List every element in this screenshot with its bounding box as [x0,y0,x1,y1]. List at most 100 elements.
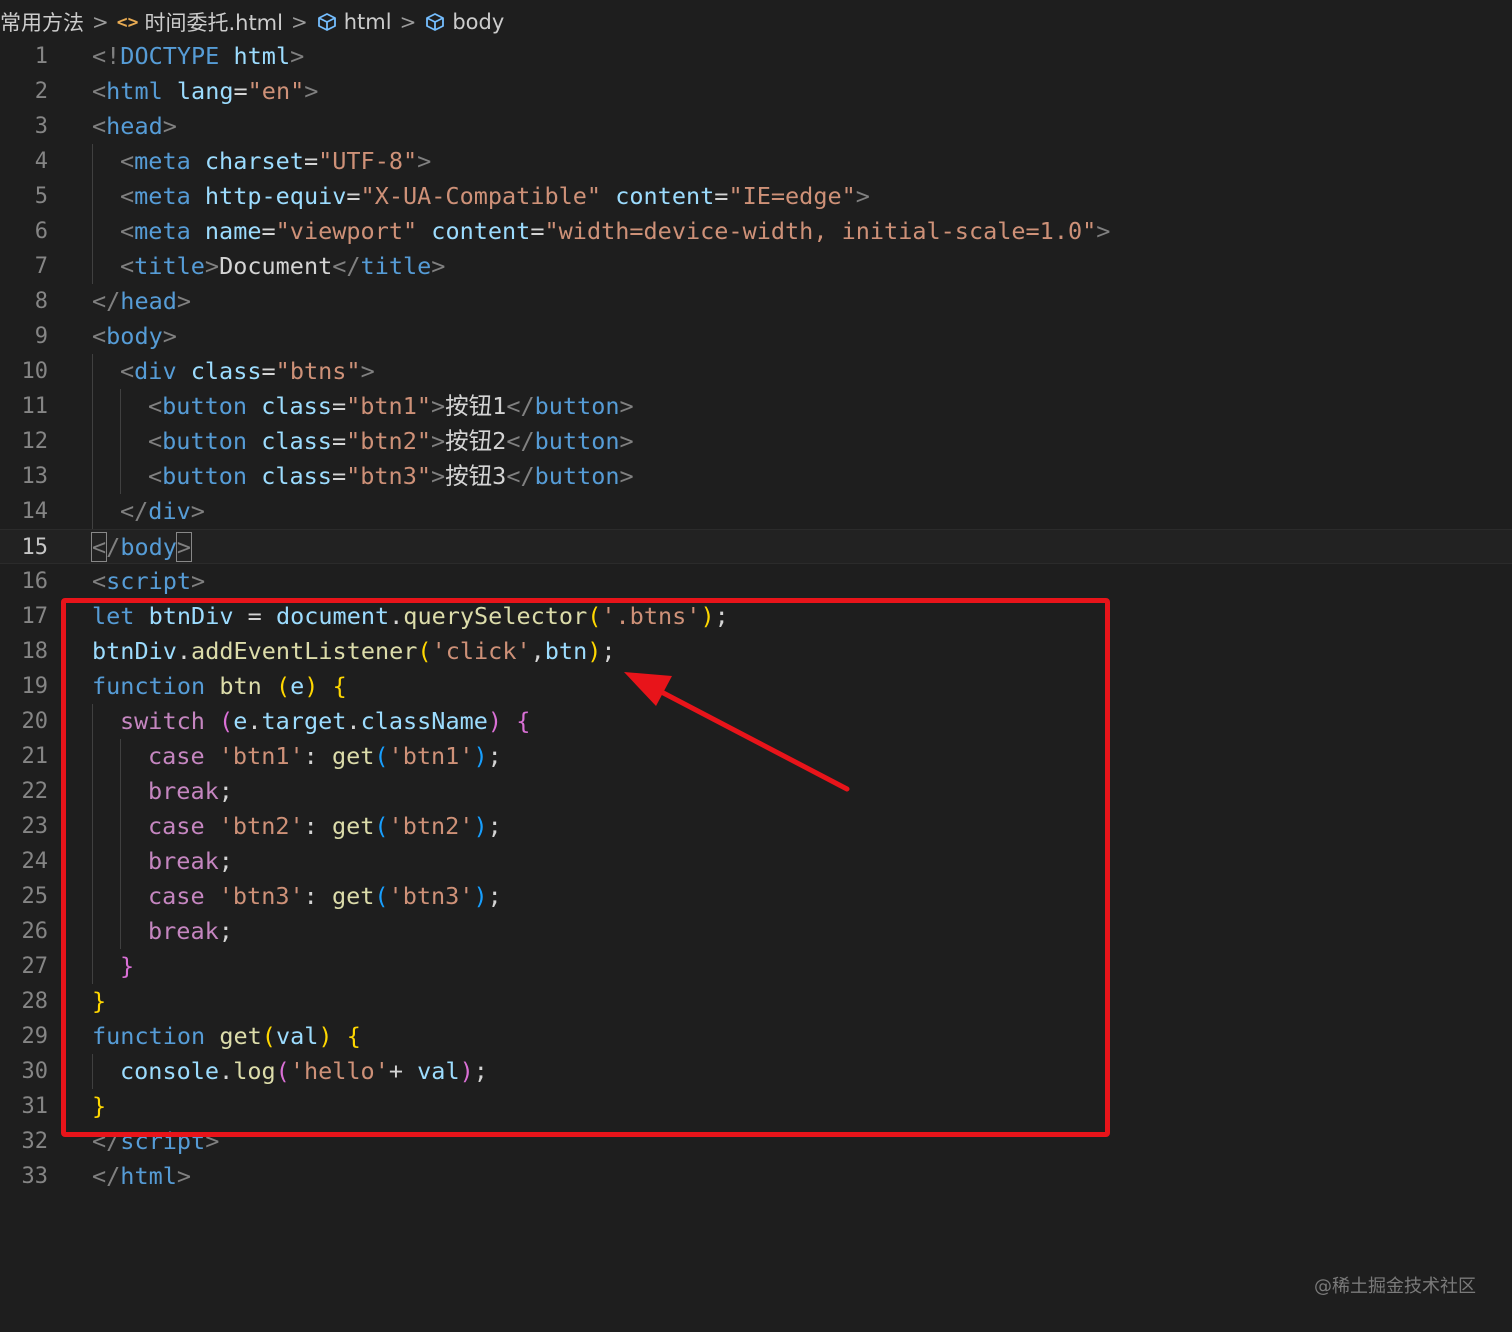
breadcrumb-node-body[interactable]: body [424,10,504,34]
code-line[interactable]: 6 <meta name="viewport" content="width=de… [0,214,1512,249]
code-token: ) [487,707,503,735]
code-token: > [619,392,634,420]
indent-guide [120,774,121,809]
code-editor[interactable]: 1 <!DOCTYPE html> 2 <html lang="en"> 3 <head>… [0,39,1512,1194]
code-token: btnDiv [148,602,234,630]
code-token: </ [506,427,535,455]
code-line[interactable]: 17 let btnDiv = document.querySelector('.… [0,599,1512,634]
code-token: < [90,532,108,562]
breadcrumb-file[interactable]: <> 时间委托.html [117,7,283,37]
code-token: className [360,707,488,735]
code-text: } [120,949,134,984]
code-line[interactable]: 12 <button class="btn2">按钮2</button> [0,424,1512,459]
code-line[interactable]: 29 function get(val) { [0,1019,1512,1054]
cube-icon [424,12,446,32]
code-token: = [530,217,545,245]
code-line[interactable]: 18 btnDiv.addEventListener('click',btn); [0,634,1512,669]
code-token: val [417,1057,460,1085]
code-token: = [261,357,276,385]
code-token: content [615,182,715,210]
code-text: function btn (e) { [92,669,347,704]
code-line[interactable]: 19 function btn (e) { [0,669,1512,704]
code-token: = [331,392,347,420]
breadcrumb-folder[interactable]: 常用方法 [0,7,84,37]
code-line[interactable]: 1 <!DOCTYPE html> [0,39,1512,74]
breadcrumb-node-html[interactable]: html [316,10,392,34]
code-line[interactable]: 16 <script> [0,564,1512,599]
code-token: ; [218,777,233,805]
code-token: < [120,357,135,385]
code-line[interactable]: 32 </script> [0,1124,1512,1159]
code-token: ) [473,882,488,910]
code-line[interactable]: 15 </body> [0,529,1512,564]
code-token: = [331,427,347,455]
code-token: http-equiv [204,182,347,210]
code-token: content [431,217,531,245]
code-text: break; [148,914,233,949]
code-line[interactable]: 24 break; [0,844,1512,879]
indent-guide [92,1054,93,1089]
code-line[interactable]: 27} [0,949,1512,984]
code-line[interactable]: 26 break; [0,914,1512,949]
code-token: } [120,952,135,980]
code-token: ; [487,742,502,770]
code-token: = [303,147,319,175]
indent-guide [92,914,93,949]
breadcrumb-file-label: 时间委托.html [144,11,283,35]
code-text: <meta name="viewport" content="width=dev… [120,214,1110,249]
code-text: case 'btn1': get('btn1'); [148,739,502,774]
code-text: <head> [92,109,177,144]
code-token: class [190,357,262,385]
code-token: ; [487,882,502,910]
code-line[interactable]: 10 <div class="btns"> [0,354,1512,389]
code-text: break; [148,774,233,809]
code-token: lang [176,77,234,105]
code-token: ) [459,1057,474,1085]
code-line[interactable]: 11 <button class="btn1">按钮1</button> [0,389,1512,424]
code-line[interactable]: 8 </head> [0,284,1512,319]
code-token: < [148,392,163,420]
code-line[interactable]: 33 </html> [0,1159,1512,1194]
line-number: 10 [21,359,49,384]
code-token: let [92,602,135,630]
code-token: get [219,1022,262,1050]
indent-guide [120,739,121,774]
code-line[interactable]: 2 <html lang="en"> [0,74,1512,109]
code-line[interactable]: 7 <title>Document</title> [0,249,1512,284]
code-token: < [92,567,107,595]
code-token: break [148,777,219,805]
chevron-right-icon: > [290,10,308,34]
line-number: 18 [21,639,49,664]
code-line[interactable]: 22 break; [0,774,1512,809]
code-line[interactable]: 5 <meta http-equiv="X-UA-Compatible" cont… [0,179,1512,214]
code-token: button [534,427,620,455]
code-line[interactable]: 9 <body> [0,319,1512,354]
code-token: ( [275,672,291,700]
indent-guide [120,879,121,914]
code-token: . [346,707,361,735]
code-line[interactable]: 4 <meta charset="UTF-8"> [0,144,1512,179]
line-number: 1 [34,44,48,69]
code-line[interactable]: 14 </div> [0,494,1512,529]
code-token: btn [219,672,262,700]
code-token: meta [134,182,191,210]
code-line[interactable]: 28} [0,984,1512,1019]
code-line[interactable]: 23 case 'btn2': get('btn2'); [0,809,1512,844]
code-token: case [148,882,205,910]
code-token: < [92,322,107,350]
code-text: <button class="btn1">按钮1</button> [148,389,634,424]
indent-guide [92,354,93,389]
code-token: class [261,462,332,490]
code-line[interactable]: 30 console.log('hello'+ val); [0,1054,1512,1089]
code-token: . [389,602,404,630]
code-line[interactable]: 25 case 'btn3': get('btn3'); [0,879,1512,914]
code-token: ; [714,602,729,630]
code-line[interactable]: 21 case 'btn1': get('btn1'); [0,739,1512,774]
code-line[interactable]: 20 switch (e.target.className) { [0,704,1512,739]
code-token: 'btn3' [218,882,304,910]
code-line[interactable]: 3 <head> [0,109,1512,144]
code-line[interactable]: 13 <button class="btn3">按钮3</button> [0,459,1512,494]
code-line[interactable]: 31} [0,1089,1512,1124]
